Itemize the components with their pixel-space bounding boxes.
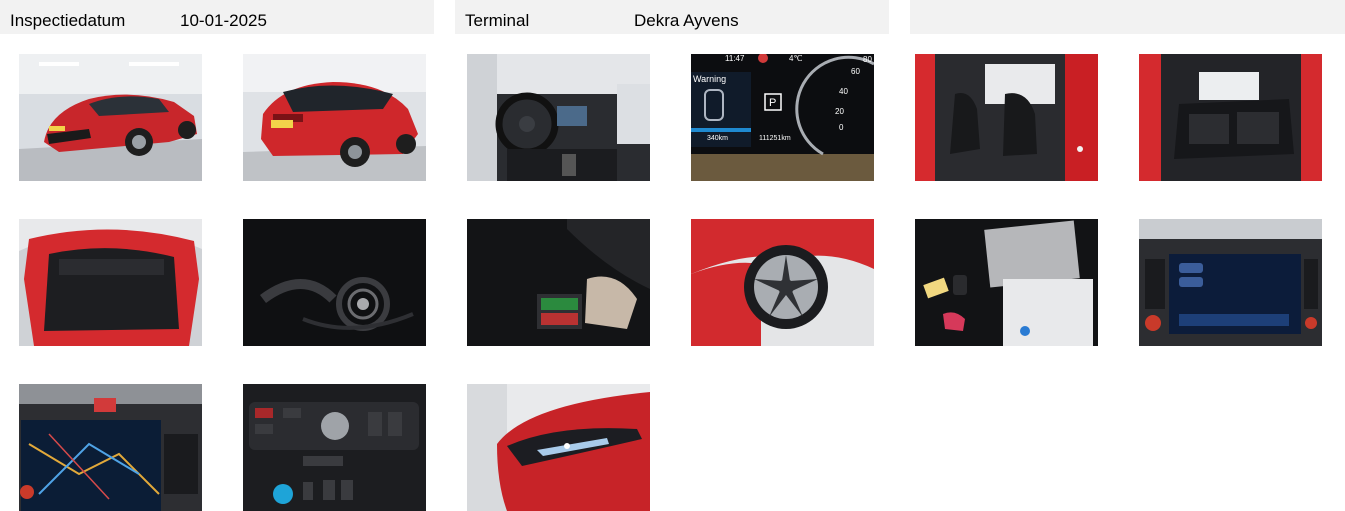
wheel-image: [691, 219, 874, 346]
photo-keys-manuals[interactable]: [915, 219, 1098, 346]
photo-headlight[interactable]: [467, 384, 650, 511]
keys-manuals-image: [915, 219, 1098, 346]
photo-wheel[interactable]: [691, 219, 874, 346]
trunk-image: [19, 219, 202, 346]
photo-front-exterior[interactable]: [19, 54, 202, 181]
center-console-image: [243, 384, 426, 511]
cluster-gear: P: [769, 97, 776, 109]
car-rear-image: [243, 54, 426, 181]
photo-instrument-cluster[interactable]: Warning 11:47 4℃ P 340km 111251km 80 60 …: [691, 54, 874, 181]
car-front-image: [19, 54, 202, 181]
dashboard-image: [467, 54, 650, 181]
header-cell-empty: [910, 0, 1345, 34]
photo-open-trunk[interactable]: [19, 219, 202, 346]
terminal-value: Dekra Ayvens: [634, 11, 739, 30]
front-seats-image: [915, 54, 1098, 181]
photo-underfloor-storage[interactable]: [467, 219, 650, 346]
rear-seats-image: [1139, 54, 1322, 181]
photo-charging-cable[interactable]: [243, 219, 426, 346]
navigation-image: [19, 384, 202, 511]
gauge-label-80: 80: [863, 55, 872, 64]
cluster-range: 340km: [707, 135, 728, 142]
photo-dashboard[interactable]: [467, 54, 650, 181]
photo-navigation[interactable]: [19, 384, 202, 511]
cluster-time: 11:47: [725, 54, 745, 63]
gauge-label-20: 20: [835, 107, 844, 116]
terminal-label: Terminal: [465, 11, 530, 30]
gauge-label-60: 60: [851, 67, 860, 76]
photo-rear-exterior[interactable]: [243, 54, 426, 181]
infotainment-image: [1139, 219, 1322, 346]
charging-cable-image: [243, 219, 426, 346]
inspection-date-label: Inspectiedatum: [10, 11, 126, 30]
instrument-cluster-image: Warning 11:47 4℃ P 340km 111251km 80 60 …: [691, 54, 874, 181]
photo-center-console[interactable]: [243, 384, 426, 511]
underfloor-storage-image: [467, 219, 650, 346]
cluster-temp: 4℃: [789, 54, 802, 63]
photo-infotainment[interactable]: [1139, 219, 1322, 346]
gauge-label-0: 0: [839, 123, 844, 132]
gauge-label-40: 40: [839, 87, 848, 96]
cluster-odometer: 111251km: [759, 135, 791, 142]
photo-rear-seats[interactable]: [1139, 54, 1322, 181]
cluster-warning: Warning: [693, 74, 726, 84]
headlight-image: [467, 384, 650, 511]
inspection-date-value: 10-01-2025: [180, 11, 267, 30]
photo-front-seats[interactable]: [915, 54, 1098, 181]
